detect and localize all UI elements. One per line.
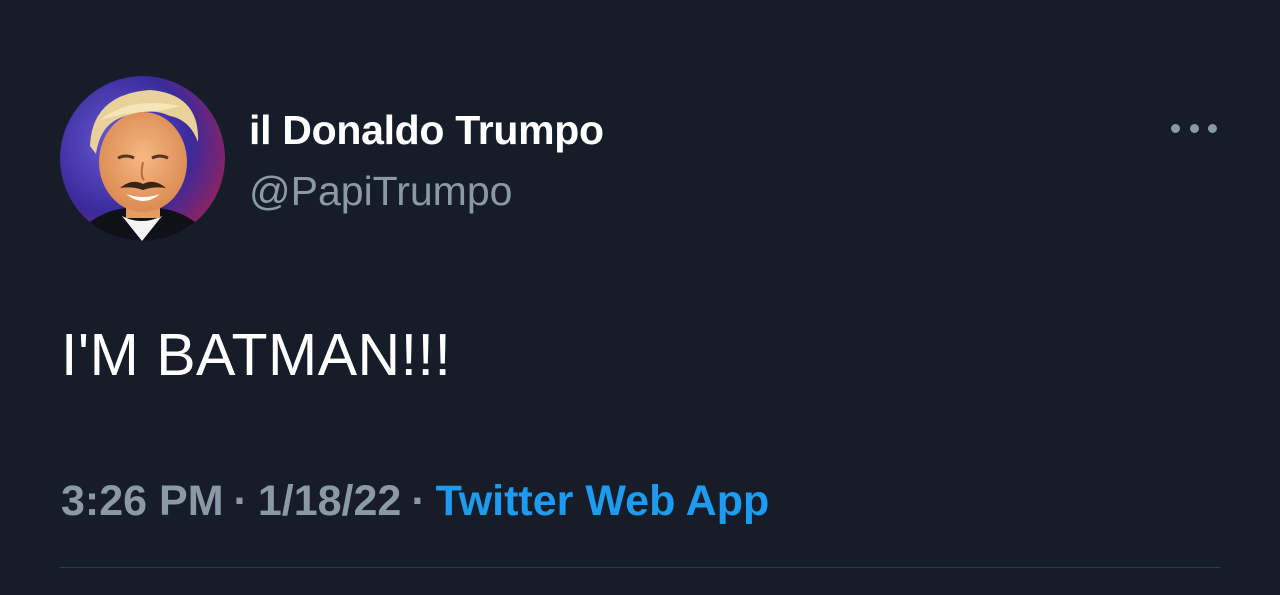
more-dot [1189, 123, 1199, 133]
tweet-date[interactable]: 1/18/22 [258, 477, 401, 525]
meta-separator: · [411, 477, 426, 525]
more-dot [1171, 123, 1180, 133]
author-handle[interactable]: @PapiTrumpo [249, 165, 512, 217]
avatar[interactable] [60, 76, 225, 241]
tweet-card: il Donaldo Trumpo @PapiTrumpo I'M BATMAN… [0, 0, 1280, 595]
divider [60, 567, 1220, 568]
avatar-image [60, 76, 225, 241]
author-display-name[interactable]: il Donaldo Trumpo [249, 104, 604, 156]
tweet-metadata: 3:26 PM · 1/18/22 · Twitter Web App [61, 474, 769, 528]
tweet-source-link[interactable]: Twitter Web App [436, 477, 770, 525]
meta-separator: · [233, 477, 248, 525]
tweet-time[interactable]: 3:26 PM [61, 477, 224, 525]
more-dot [1208, 123, 1217, 133]
tweet-text: I'M BATMAN!!! [61, 322, 452, 388]
more-options-icon[interactable] [1168, 114, 1220, 142]
